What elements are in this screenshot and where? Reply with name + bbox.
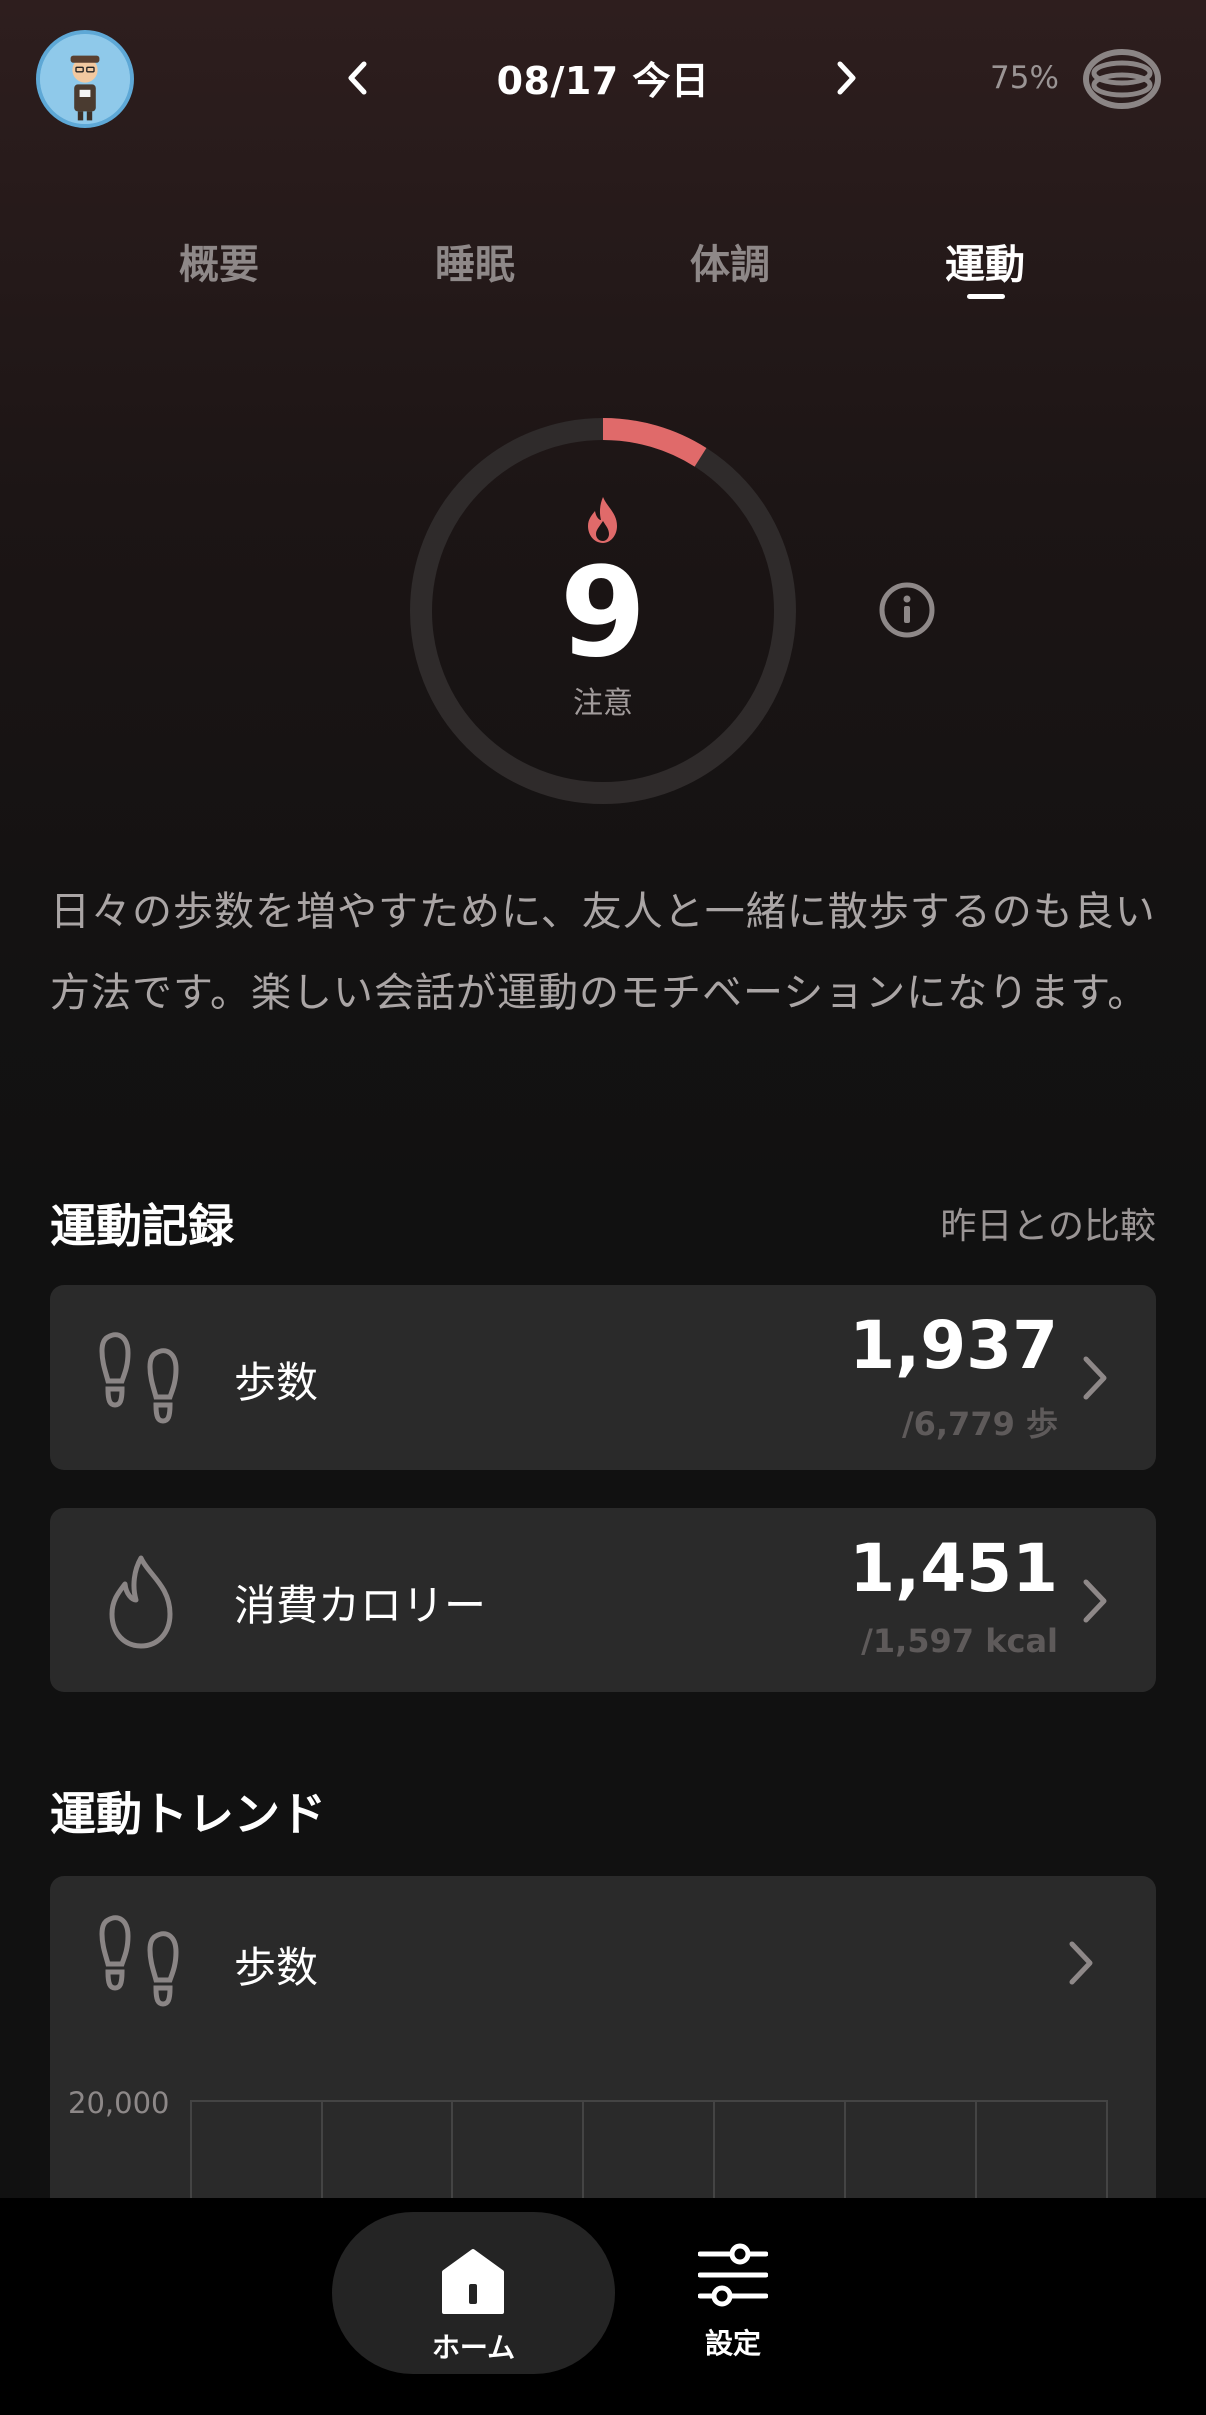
nav-home-label: ホーム — [431, 2331, 516, 2364]
calories-yesterday-value: /1,597 kcal — [861, 1622, 1058, 1660]
chevron-right-icon — [1083, 1356, 1107, 1400]
next-day-button[interactable] — [815, 46, 879, 110]
nav-home-button[interactable]: ホーム — [332, 2212, 615, 2374]
chevron-left-icon — [348, 61, 367, 95]
steps-card[interactable]: 歩数 1,937 /6,779 歩 — [50, 1285, 1156, 1470]
footprints-icon — [99, 1915, 179, 2007]
tab-bar: 概要 睡眠 体調 運動 — [0, 232, 1206, 312]
activity-record-title: 運動記録 — [50, 1199, 234, 1253]
active-tab-indicator — [967, 294, 1005, 299]
activity-score-value: 9 — [559, 541, 647, 685]
calories-card-label: 消費カロリー — [234, 1581, 487, 1630]
steps-trend-label: 歩数 — [234, 1943, 319, 1992]
calories-card[interactable]: 消費カロリー 1,451 /1,597 kcal — [50, 1508, 1156, 1692]
home-icon — [442, 2249, 504, 2314]
steps-yesterday-value: /6,779 歩 — [901, 1405, 1058, 1443]
avatar[interactable] — [36, 30, 134, 128]
chevron-right-icon — [837, 61, 856, 95]
flame-icon — [588, 497, 617, 543]
smart-ring-icon[interactable] — [1080, 44, 1164, 114]
tab-activity[interactable]: 運動 — [895, 232, 1075, 290]
sliders-icon — [698, 2243, 768, 2307]
date-title[interactable]: 08/17 今日 — [430, 50, 776, 105]
tab-sleep[interactable]: 睡眠 — [385, 232, 565, 290]
tab-condition[interactable]: 体調 — [640, 232, 820, 290]
chevron-right-icon — [1069, 1941, 1093, 1985]
activity-score-status: 注意 — [573, 686, 633, 721]
chevron-right-icon — [1083, 1579, 1107, 1623]
trend-y-axis-max-label: 20,000 — [68, 2086, 170, 2120]
compare-yesterday-link[interactable]: 昨日との比較 — [940, 1197, 1156, 1249]
activity-advice-text: 日々の歩数を増やすために、友人と一緒に散歩するのも良い方法です。楽しい会話が運動… — [50, 889, 1156, 1016]
info-icon[interactable] — [878, 581, 936, 639]
previous-day-button[interactable] — [325, 46, 389, 110]
calories-value: 1,451 — [849, 1530, 1058, 1607]
activity-trend-title: 運動トレンド — [50, 1787, 326, 1841]
flame-outline-icon — [109, 1555, 173, 1649]
steps-card-label: 歩数 — [234, 1358, 319, 1407]
nav-settings-button[interactable]: 設定 — [680, 2212, 786, 2374]
nav-settings-label: 設定 — [704, 2327, 761, 2360]
ring-battery-level: 75% — [990, 60, 1059, 96]
avatar-character-icon — [40, 34, 130, 124]
footprints-icon — [99, 1332, 179, 1424]
steps-value: 1,937 — [849, 1307, 1058, 1384]
tab-overview[interactable]: 概要 — [129, 232, 309, 290]
bottom-navigation: ホーム 設定 — [0, 2198, 1206, 2415]
steps-trend-chart-grid — [190, 2100, 1108, 2200]
